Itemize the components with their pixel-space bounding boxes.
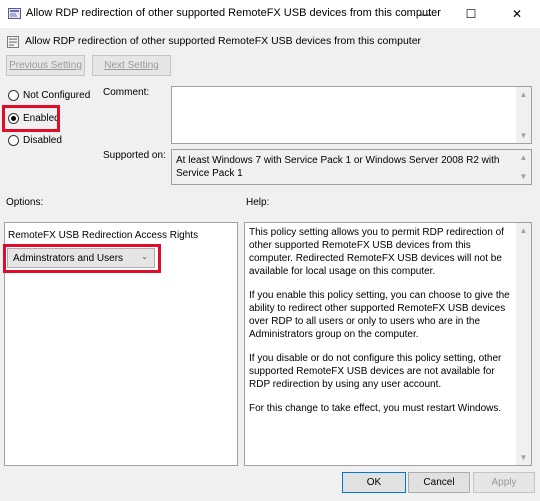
help-panel: This policy setting allows you to permit… [244,222,532,466]
apply-label: Apply [491,477,517,488]
minimize-icon: — [419,7,431,21]
apply-button[interactable]: Apply [473,472,535,493]
comment-field[interactable]: ▲ ▼ [171,86,532,144]
radio-not-configured[interactable]: Not Configured [8,90,90,101]
scroll-up-icon[interactable]: ▲ [516,87,531,102]
options-panel: RemoteFX USB Redirection Access Rights A… [3,222,238,466]
radio-not-configured-label: Not Configured [23,90,91,101]
supported-on-field: At least Windows 7 with Service Pack 1 o… [171,149,532,185]
cancel-button[interactable]: Cancel [408,472,470,493]
policy-title: Allow RDP redirection of other supported… [25,35,422,47]
scroll-down-icon[interactable]: ▼ [516,450,531,465]
ok-label: OK [366,477,382,488]
policy-icon [8,8,21,19]
supported-scrollbar[interactable]: ▲ ▼ [516,150,531,184]
scroll-up-icon[interactable]: ▲ [516,223,531,238]
minimize-button[interactable]: — [402,0,448,28]
radio-disabled[interactable]: Disabled [8,135,62,146]
access-rights-label: RemoteFX USB Redirection Access Rights [8,230,199,241]
help-paragraph: For this change to take effect, you must… [249,403,502,414]
help-paragraph: If you disable or do not configure this … [249,353,502,390]
maximize-icon: ☐ [465,7,477,21]
comment-scrollbar[interactable]: ▲ ▼ [516,87,531,143]
radio-not-configured-circle[interactable] [8,90,19,101]
options-label: Options: [6,197,44,208]
supported-on-label: Supported on: [103,150,166,161]
previous-setting-label: Previous Setting [9,60,82,71]
comment-label: Comment: [103,87,150,98]
help-paragraph: If you enable this policy setting, you c… [249,290,510,340]
scroll-down-icon[interactable]: ▼ [516,128,531,143]
title-bar: Allow RDP redirection of other supported… [0,0,540,28]
close-icon: ✕ [511,7,523,21]
dropdown-highlight-box [3,244,161,273]
scroll-up-icon[interactable]: ▲ [516,150,531,165]
help-paragraph: This policy setting allows you to permit… [249,227,504,277]
radio-disabled-label: Disabled [23,135,62,146]
previous-setting-button[interactable]: Previous Setting [6,55,85,76]
maximize-button[interactable]: ☐ [448,0,494,28]
cancel-label: Cancel [423,477,455,488]
scroll-down-icon[interactable]: ▼ [516,169,531,184]
window-title: Allow RDP redirection of other supported… [26,7,441,19]
supported-on-value: At least Windows 7 with Service Pack 1 o… [176,155,500,179]
next-setting-button[interactable]: Next Setting [92,55,171,76]
enabled-highlight-box [2,105,60,132]
close-button[interactable]: ✕ [494,0,540,28]
radio-disabled-circle[interactable] [8,135,19,146]
next-setting-label: Next Setting [104,60,159,71]
policy-setting-icon [7,36,19,48]
help-scrollbar[interactable]: ▲ ▼ [516,223,531,465]
help-label: Help: [246,197,270,208]
help-text: This policy setting allows you to permit… [249,226,513,426]
ok-button[interactable]: OK [342,472,406,493]
